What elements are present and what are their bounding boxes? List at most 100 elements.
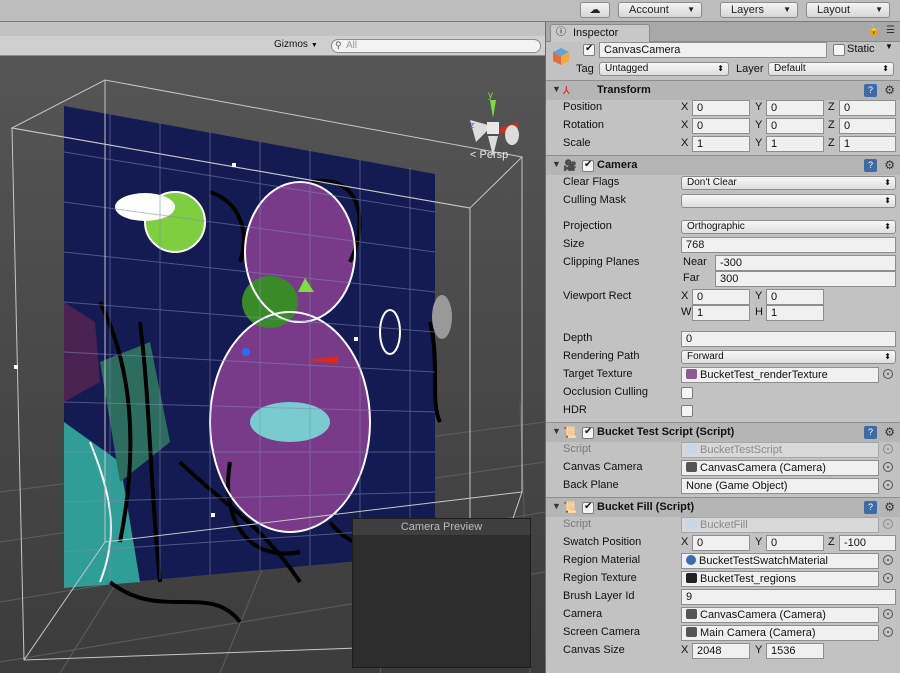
- camera-field[interactable]: CanvasCamera (Camera): [681, 607, 879, 623]
- position-z-field[interactable]: 0: [839, 100, 896, 116]
- scale-z-field[interactable]: 1: [839, 136, 896, 152]
- region-material-field[interactable]: BucketTestSwatchMaterial: [681, 553, 879, 569]
- size-field[interactable]: 768: [681, 237, 896, 253]
- help-icon[interactable]: ?: [864, 501, 877, 514]
- transform-header[interactable]: ▼ ⅄ Transform ? ⚙: [546, 80, 900, 100]
- viewport-y-field[interactable]: 0: [766, 289, 824, 305]
- bucket-test-script-header[interactable]: ▼ 📜 Bucket Test Script (Script) ? ⚙: [546, 422, 900, 442]
- viewport-x-field[interactable]: 0: [692, 289, 750, 305]
- bucket-test-enabled-checkbox[interactable]: [582, 426, 594, 439]
- axis-y-label: Y: [755, 101, 763, 113]
- occlusion-culling-row: Occlusion Culling: [546, 384, 900, 402]
- tag-dropdown[interactable]: Untagged ⬍: [599, 62, 729, 76]
- bucket-fill-header[interactable]: ▼ 📜 Bucket Fill (Script) ? ⚙: [546, 497, 900, 517]
- back-plane-field[interactable]: None (Game Object): [681, 478, 879, 494]
- canvas-size-x-field[interactable]: 2048: [692, 643, 750, 659]
- axis-y-label: Y: [755, 290, 763, 302]
- chevron-down-icon[interactable]: ▼: [885, 42, 893, 51]
- viewport-w-field[interactable]: 1: [692, 305, 750, 321]
- position-label: Position: [563, 101, 603, 113]
- occlusion-culling-checkbox[interactable]: [681, 387, 693, 399]
- cloud-icon: ☁: [589, 4, 601, 16]
- region-texture-field[interactable]: BucketTest_regions: [681, 571, 879, 587]
- handle-bottom[interactable]: [211, 513, 215, 517]
- chevron-down-icon: ▼: [687, 5, 695, 14]
- camera-title: Camera: [597, 159, 638, 171]
- position-x-field[interactable]: 0: [692, 100, 750, 116]
- culling-mask-dropdown[interactable]: ⬍: [681, 194, 896, 208]
- occlusion-culling-label: Occlusion Culling: [563, 386, 648, 398]
- layer-label: Layer: [736, 63, 764, 75]
- tab-inspector[interactable]: ⓘ Inspector: [550, 24, 650, 42]
- target-texture-label: Target Texture: [563, 368, 633, 380]
- lock-icon[interactable]: 🔒: [868, 25, 880, 36]
- handle-top[interactable]: [232, 163, 236, 167]
- hdr-checkbox[interactable]: [681, 405, 693, 417]
- handle-left[interactable]: [14, 365, 18, 369]
- swatch-z-field[interactable]: -100: [839, 535, 896, 551]
- screen-camera-field[interactable]: Main Camera (Camera): [681, 625, 879, 641]
- back-plane-row: Back Plane None (Game Object): [546, 477, 900, 495]
- gizmos-dropdown[interactable]: Gizmos ▼: [274, 39, 328, 50]
- clear-flags-dropdown[interactable]: Don't Clear ⬍: [681, 176, 896, 190]
- layers-dropdown[interactable]: Layers ▼: [720, 2, 798, 18]
- help-icon[interactable]: ?: [864, 84, 877, 97]
- rotation-z-field[interactable]: 0: [839, 118, 896, 134]
- canvas-size-y-field[interactable]: 1536: [766, 643, 824, 659]
- handle-right[interactable]: [354, 337, 358, 341]
- swatch-x-field[interactable]: 0: [692, 535, 750, 551]
- gear-icon[interactable]: ⚙: [884, 158, 895, 172]
- rotation-y-field[interactable]: 0: [766, 118, 824, 134]
- gear-icon[interactable]: ⚙: [884, 83, 895, 97]
- canvas-camera-field[interactable]: CanvasCamera (Camera): [681, 460, 879, 476]
- scale-y-field[interactable]: 1: [766, 136, 824, 152]
- active-checkbox[interactable]: [583, 43, 595, 56]
- layout-dropdown[interactable]: Layout ▼: [806, 2, 890, 18]
- object-name-field[interactable]: CanvasCamera: [599, 42, 827, 58]
- bucket-fill-enabled-checkbox[interactable]: [582, 501, 594, 514]
- account-dropdown[interactable]: Account ▼: [618, 2, 702, 18]
- projection-dropdown[interactable]: Orthographic ⬍: [681, 220, 896, 234]
- swatch-y-field[interactable]: 0: [766, 535, 824, 551]
- cloud-button[interactable]: ☁: [580, 2, 610, 18]
- region-material-value: BucketTestSwatchMaterial: [699, 555, 828, 567]
- fold-icon[interactable]: ▼: [552, 501, 561, 511]
- gear-icon[interactable]: ⚙: [884, 500, 895, 514]
- near-field[interactable]: -300: [715, 255, 896, 271]
- help-icon[interactable]: ?: [864, 159, 877, 172]
- gear-icon[interactable]: ⚙: [884, 425, 895, 439]
- object-picker-icon[interactable]: [883, 480, 893, 490]
- scene-view[interactable]: Gizmos ▼ ⚲ All y z < Persp Camera Previe…: [0, 22, 545, 673]
- back-plane-label: Back Plane: [563, 479, 619, 491]
- persp-label[interactable]: < Persp: [470, 149, 508, 161]
- object-picker-icon[interactable]: [883, 573, 893, 583]
- fold-icon[interactable]: ▼: [552, 84, 561, 94]
- object-picker-icon[interactable]: [883, 369, 893, 379]
- size-row: Size 768: [546, 236, 900, 254]
- static-checkbox[interactable]: [833, 44, 845, 56]
- object-picker-icon[interactable]: [883, 609, 893, 619]
- layer-dropdown[interactable]: Default ⬍: [768, 62, 894, 76]
- depth-field[interactable]: 0: [681, 331, 896, 347]
- scene-search-input[interactable]: ⚲ All: [331, 39, 541, 53]
- camera-header[interactable]: ▼ 🎥 Camera ? ⚙: [546, 155, 900, 175]
- transform-handle-z[interactable]: [242, 348, 250, 356]
- object-picker-icon[interactable]: [883, 462, 893, 472]
- menu-icon[interactable]: ☰: [886, 25, 895, 36]
- fold-icon[interactable]: ▼: [552, 159, 561, 169]
- camera-enabled-checkbox[interactable]: [582, 159, 594, 172]
- brush-layer-id-field[interactable]: 9: [681, 589, 896, 605]
- gizmo-back-cone: [505, 125, 519, 145]
- object-picker-icon[interactable]: [883, 555, 893, 565]
- rotation-x-field[interactable]: 0: [692, 118, 750, 134]
- axis-y-label: Y: [755, 119, 763, 131]
- viewport-h-field[interactable]: 1: [766, 305, 824, 321]
- position-y-field[interactable]: 0: [766, 100, 824, 116]
- target-texture-field[interactable]: BucketTest_renderTexture: [681, 367, 879, 383]
- rendering-path-dropdown[interactable]: Forward ⬍: [681, 350, 896, 364]
- help-icon[interactable]: ?: [864, 426, 877, 439]
- far-field[interactable]: 300: [715, 271, 896, 287]
- fold-icon[interactable]: ▼: [552, 426, 561, 436]
- object-picker-icon[interactable]: [883, 627, 893, 637]
- scale-x-field[interactable]: 1: [692, 136, 750, 152]
